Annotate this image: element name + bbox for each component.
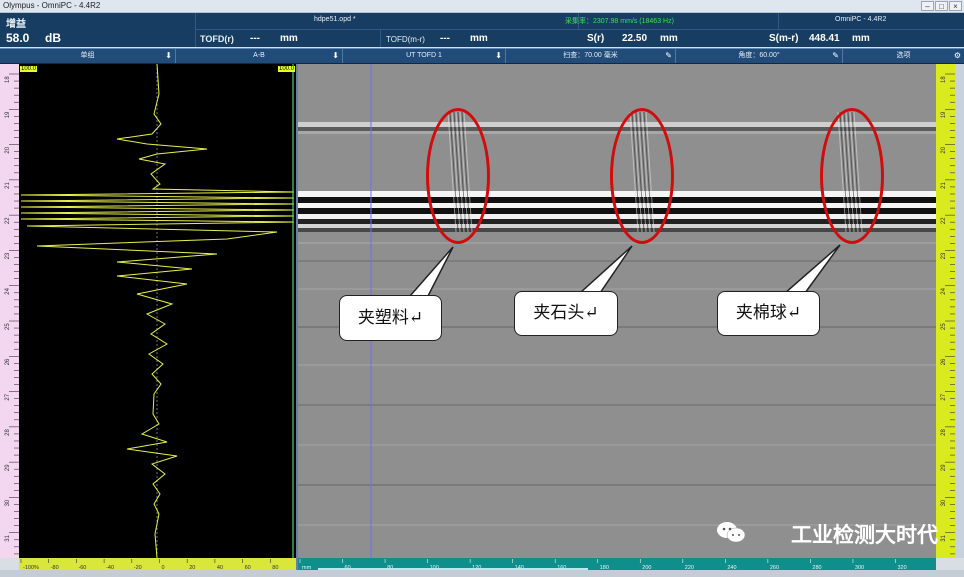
brand-watermark: 工业检测大时代 xyxy=(791,523,938,547)
pointer-cotton xyxy=(783,244,841,294)
callout-pointers xyxy=(408,244,841,297)
wechat-icon xyxy=(717,522,746,543)
pointer-stone xyxy=(578,245,633,294)
callout-stone: 夹石头↵ xyxy=(514,291,618,336)
pointer-plastic xyxy=(408,246,454,297)
callout-cotton: 夹棉球↵ xyxy=(717,291,820,336)
callout-plastic: 夹塑料↵ xyxy=(339,295,442,341)
